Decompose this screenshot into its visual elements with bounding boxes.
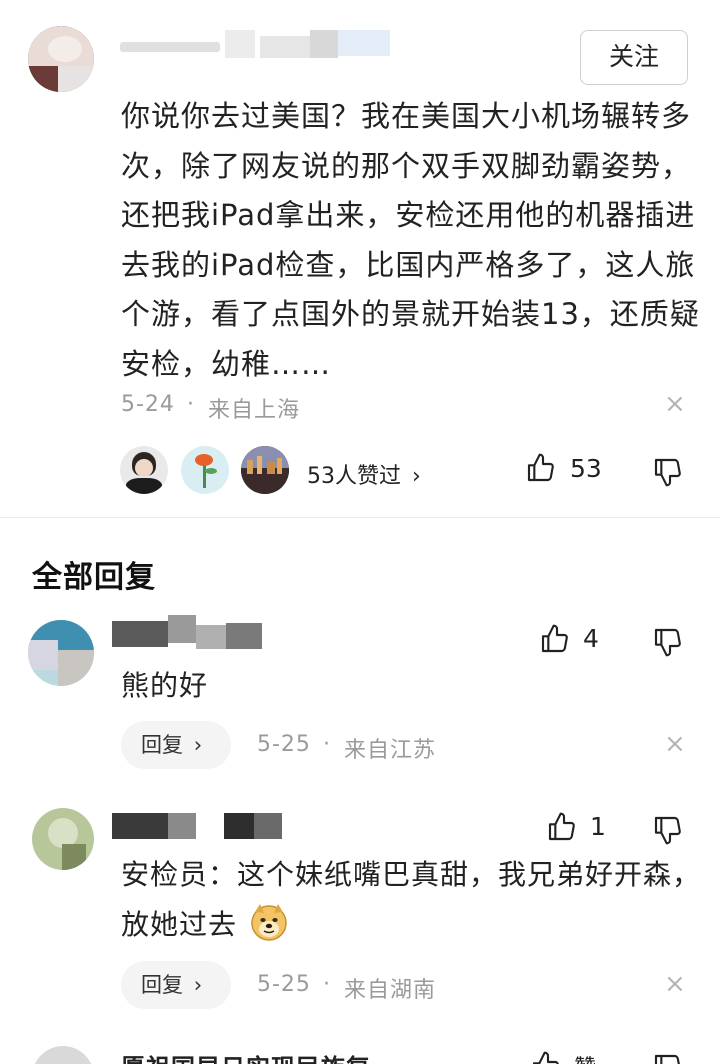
reply-text: 熊的好: [121, 669, 209, 702]
liker-avatar[interactable]: [241, 446, 289, 494]
like-label: 赞: [574, 1050, 596, 1064]
main-comment-location: 来自上海: [208, 398, 301, 423]
follow-button[interactable]: 关注: [580, 30, 688, 85]
meta-separator: ·: [187, 392, 195, 417]
main-commenter-name[interactable]: [120, 30, 390, 60]
thumb-up-icon[interactable]: [525, 452, 557, 484]
close-icon[interactable]: ×: [664, 391, 686, 417]
thumb-down-icon[interactable]: [652, 626, 684, 658]
close-icon[interactable]: ×: [664, 731, 686, 757]
close-icon[interactable]: ×: [664, 971, 686, 997]
doge-emoji: [251, 904, 287, 941]
like-count: 53: [570, 454, 602, 483]
likers-summary-label: 53人赞过: [307, 464, 401, 489]
reply-location: 来自湖南: [344, 978, 437, 1003]
chevron-right-icon: ›: [193, 973, 203, 997]
like-count: 4: [583, 624, 599, 653]
reply-author-name[interactable]: 愿祖国早日实现民族复: [121, 1048, 371, 1064]
thumb-down-icon[interactable]: [652, 814, 684, 846]
thumb-up-icon[interactable]: [539, 623, 571, 655]
like-count: 1: [590, 812, 606, 841]
chevron-right-icon: ›: [412, 464, 421, 489]
liker-avatar[interactable]: [120, 446, 168, 494]
thumb-down-icon[interactable]: [652, 1052, 684, 1064]
reply-button[interactable]: 回复 ›: [121, 961, 231, 1009]
reply-author-name[interactable]: [112, 615, 262, 651]
main-commenter-avatar[interactable]: [28, 26, 94, 92]
reply-text-content: 安检员：这个妹纸嘴巴真甜，我兄弟好开森，放她过去: [121, 858, 702, 941]
reply-button[interactable]: 回复 ›: [121, 721, 231, 769]
reply-avatar[interactable]: [28, 620, 94, 686]
meta-separator: ·: [323, 732, 331, 757]
reply-button-label: 回复: [141, 733, 183, 757]
reply-location: 来自江苏: [344, 738, 437, 763]
reply-avatar[interactable]: [32, 808, 94, 870]
reply-date: 5-25: [257, 732, 311, 757]
reply-author-name[interactable]: [112, 813, 282, 843]
likers-summary-link[interactable]: 53人赞过 ›: [307, 458, 421, 490]
main-comment-text: 你说你去过美国？我在美国大小机场辗转多次，除了网友说的那个双手双脚劲霸姿势，还把…: [121, 99, 700, 381]
reply-date: 5-25: [257, 972, 311, 997]
reply-button-label: 回复: [141, 973, 183, 997]
thumb-up-icon[interactable]: [546, 811, 578, 843]
main-comment-date: 5-24: [121, 392, 175, 417]
liker-avatar[interactable]: [181, 446, 229, 494]
reply-avatar[interactable]: [32, 1046, 94, 1064]
section-divider: [0, 517, 720, 518]
thumb-up-icon[interactable]: [530, 1050, 562, 1064]
reply-text: 安检员：这个妹纸嘴巴真甜，我兄弟好开森，放她过去: [121, 850, 701, 950]
meta-separator: ·: [323, 972, 331, 997]
thumb-down-icon[interactable]: [652, 456, 684, 488]
section-title: 全部回复: [32, 560, 156, 595]
chevron-right-icon: ›: [193, 733, 203, 757]
